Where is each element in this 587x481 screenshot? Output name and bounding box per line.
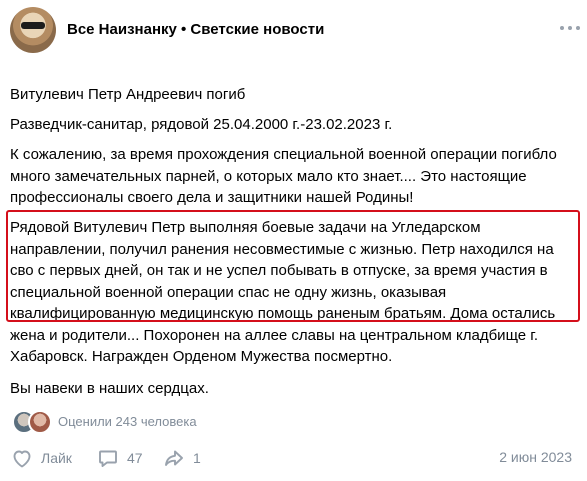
post-paragraph: К сожалению, за время прохождения специа… [10, 146, 557, 206]
shares-count: 1 [193, 450, 201, 466]
post-date[interactable]: 2 июн 2023 [499, 449, 572, 465]
like-label: Лайк [41, 450, 72, 466]
post-header: Все Наизнанку • Светские новости [10, 7, 580, 53]
comments-count: 47 [127, 450, 143, 466]
sunglasses-icon [21, 22, 45, 29]
post-paragraph: Вы навеки в наших сердцах. [10, 380, 209, 397]
more-dots-icon[interactable] [560, 17, 580, 37]
reactions-count[interactable]: Оценили 243 человека [58, 414, 197, 429]
share-icon [162, 446, 186, 470]
post-paragraph: Витулевич Петр Андреевич погиб [10, 86, 246, 103]
highlight-box [6, 210, 580, 322]
community-title[interactable]: Все Наизнанку • Светские новости [67, 21, 324, 38]
post-footer: Лайк 47 1 2 июн 2023 [10, 445, 580, 471]
share-button[interactable]: 1 [162, 445, 201, 471]
comment-button[interactable]: 47 [96, 445, 143, 471]
comment-icon [96, 446, 120, 470]
like-button[interactable]: Лайк [10, 445, 72, 471]
post-paragraph: Разведчик-санитар, рядовой 25.04.2000 г.… [10, 116, 393, 133]
community-avatar[interactable] [10, 7, 56, 53]
reactor-avatar [28, 410, 52, 434]
heart-icon [10, 446, 34, 470]
